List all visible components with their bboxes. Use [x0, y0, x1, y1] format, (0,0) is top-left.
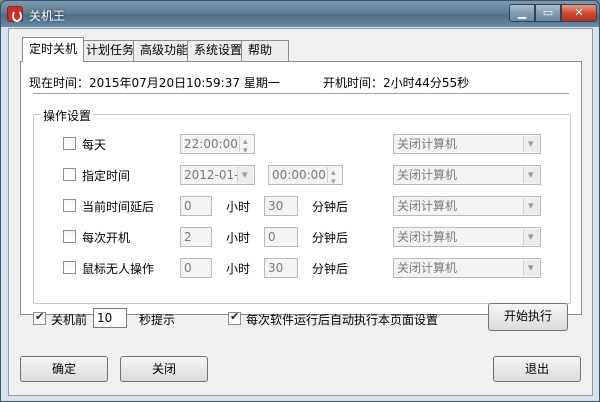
chevron-down-icon [523, 259, 539, 277]
before-shutdown-checkbox[interactable] [33, 310, 46, 325]
specified-action-select[interactable]: 关闭计算机 [393, 165, 541, 185]
chevron-down-icon [523, 135, 539, 153]
tab-panel: 现在时间：2015年07月20日10:59:37 星期一 开机时间：2小时44分… [20, 61, 582, 315]
boot-action-select[interactable]: 关闭计算机 [393, 227, 541, 247]
tab-advanced[interactable]: 高级功能 [133, 40, 196, 61]
boot-hours-unit: 小时 [226, 231, 251, 245]
delay-minutes-input[interactable]: 30 [264, 196, 298, 216]
maximize-icon: ▭ [542, 6, 554, 19]
exit-button[interactable]: 退出 [493, 356, 581, 382]
ok-button[interactable]: 确定 [20, 356, 108, 382]
chevron-down-icon [523, 197, 539, 215]
group-title: 操作设置 [41, 107, 94, 124]
specified-time-label: 指定时间 [82, 169, 131, 183]
before-shutdown-suffix: 秒提示 [139, 313, 176, 327]
specified-action-value: 关闭计算机 [397, 168, 458, 182]
delay-action-value: 关闭计算机 [397, 199, 458, 213]
close-window-button[interactable]: ✕ [561, 4, 597, 22]
tab-help[interactable]: 帮助 [241, 40, 289, 61]
boot-minutes-input[interactable]: 0 [264, 227, 298, 247]
idle-hours-unit: 小时 [226, 262, 251, 276]
boot-minutes-unit: 分钟后 [312, 231, 349, 245]
before-shutdown-seconds-input[interactable]: 10 [93, 308, 127, 328]
maximize-button[interactable]: ▭ [535, 4, 561, 22]
specified-time-value: 00:00:00 [272, 168, 326, 182]
client-area: 定时关机 计划任务 高级功能 系统设置 帮助 现在时间：2015年07月20日1… [8, 28, 593, 396]
main-window: 关机王 ▁ ▭ ✕ 定时关机 计划任务 高级功能 系统设置 帮助 现在时间：20… [0, 0, 600, 402]
minimize-button[interactable]: ▁ [509, 4, 535, 22]
daily-checkbox[interactable] [63, 137, 76, 150]
idle-minutes-input[interactable]: 30 [264, 258, 298, 278]
auto-apply-checkbox[interactable] [228, 310, 241, 325]
daily-label: 每天 [82, 138, 107, 152]
tab-system-settings[interactable]: 系统设置 [187, 40, 250, 61]
delay-checkbox[interactable] [63, 199, 76, 212]
spin-icon[interactable] [327, 164, 341, 191]
title-bar[interactable]: 关机王 ▁ ▭ ✕ [1, 1, 599, 27]
every-boot-label: 每次开机 [82, 231, 131, 245]
start-button[interactable]: 开始执行 [488, 303, 568, 331]
operation-settings-group: 操作设置 每天 22:00:00 关闭计算机 指定时间 2012-01-01 [33, 107, 571, 304]
mouse-idle-checkbox[interactable] [63, 261, 76, 274]
daily-time-value: 22:00:00 [184, 137, 238, 151]
every-boot-checkbox[interactable] [63, 230, 76, 243]
auto-apply-label: 每次软件运行后自动执行本页面设置 [246, 313, 439, 327]
tab-scheduled-tasks[interactable]: 计划任务 [79, 40, 142, 61]
boot-time-text: 开机时间：2小时44分55秒 [323, 76, 470, 90]
chevron-down-icon [523, 228, 539, 246]
idle-hours-input[interactable]: 0 [180, 258, 212, 278]
specified-date-input[interactable]: 2012-01-01 [180, 165, 255, 185]
mouse-idle-label: 鼠标无人操作 [82, 262, 155, 276]
delay-minutes-unit: 分钟后 [312, 200, 349, 214]
chevron-down-icon [237, 166, 253, 184]
minimize-icon: ▁ [517, 6, 527, 19]
spin-icon[interactable] [239, 133, 253, 160]
delay-hours-input[interactable]: 0 [180, 196, 212, 216]
before-shutdown-label: 关机前 [51, 313, 88, 327]
delay-hours-unit: 小时 [226, 200, 251, 214]
window-title: 关机王 [29, 9, 66, 23]
boot-action-value: 关闭计算机 [397, 230, 458, 244]
idle-action-value: 关闭计算机 [397, 261, 458, 275]
close-icon: ✕ [574, 6, 584, 19]
daily-time-input[interactable]: 22:00:00 [180, 133, 255, 160]
current-time-text: 现在时间：2015年07月20日10:59:37 星期一 [29, 76, 280, 90]
idle-minutes-unit: 分钟后 [312, 262, 349, 276]
specified-time-input[interactable]: 00:00:00 [268, 164, 343, 191]
power-icon [7, 6, 23, 22]
specified-time-checkbox[interactable] [63, 168, 76, 181]
chevron-down-icon [523, 166, 539, 184]
boot-hours-input[interactable]: 2 [180, 227, 212, 247]
daily-action-value: 关闭计算机 [397, 137, 458, 151]
close-button[interactable]: 关闭 [120, 356, 208, 382]
delay-action-select[interactable]: 关闭计算机 [393, 196, 541, 216]
divider [33, 93, 569, 95]
tab-timed-shutdown[interactable]: 定时关机 [22, 37, 85, 62]
delay-label: 当前时间延后 [82, 200, 155, 214]
daily-action-select[interactable]: 关闭计算机 [393, 134, 541, 154]
idle-action-select[interactable]: 关闭计算机 [393, 258, 541, 278]
